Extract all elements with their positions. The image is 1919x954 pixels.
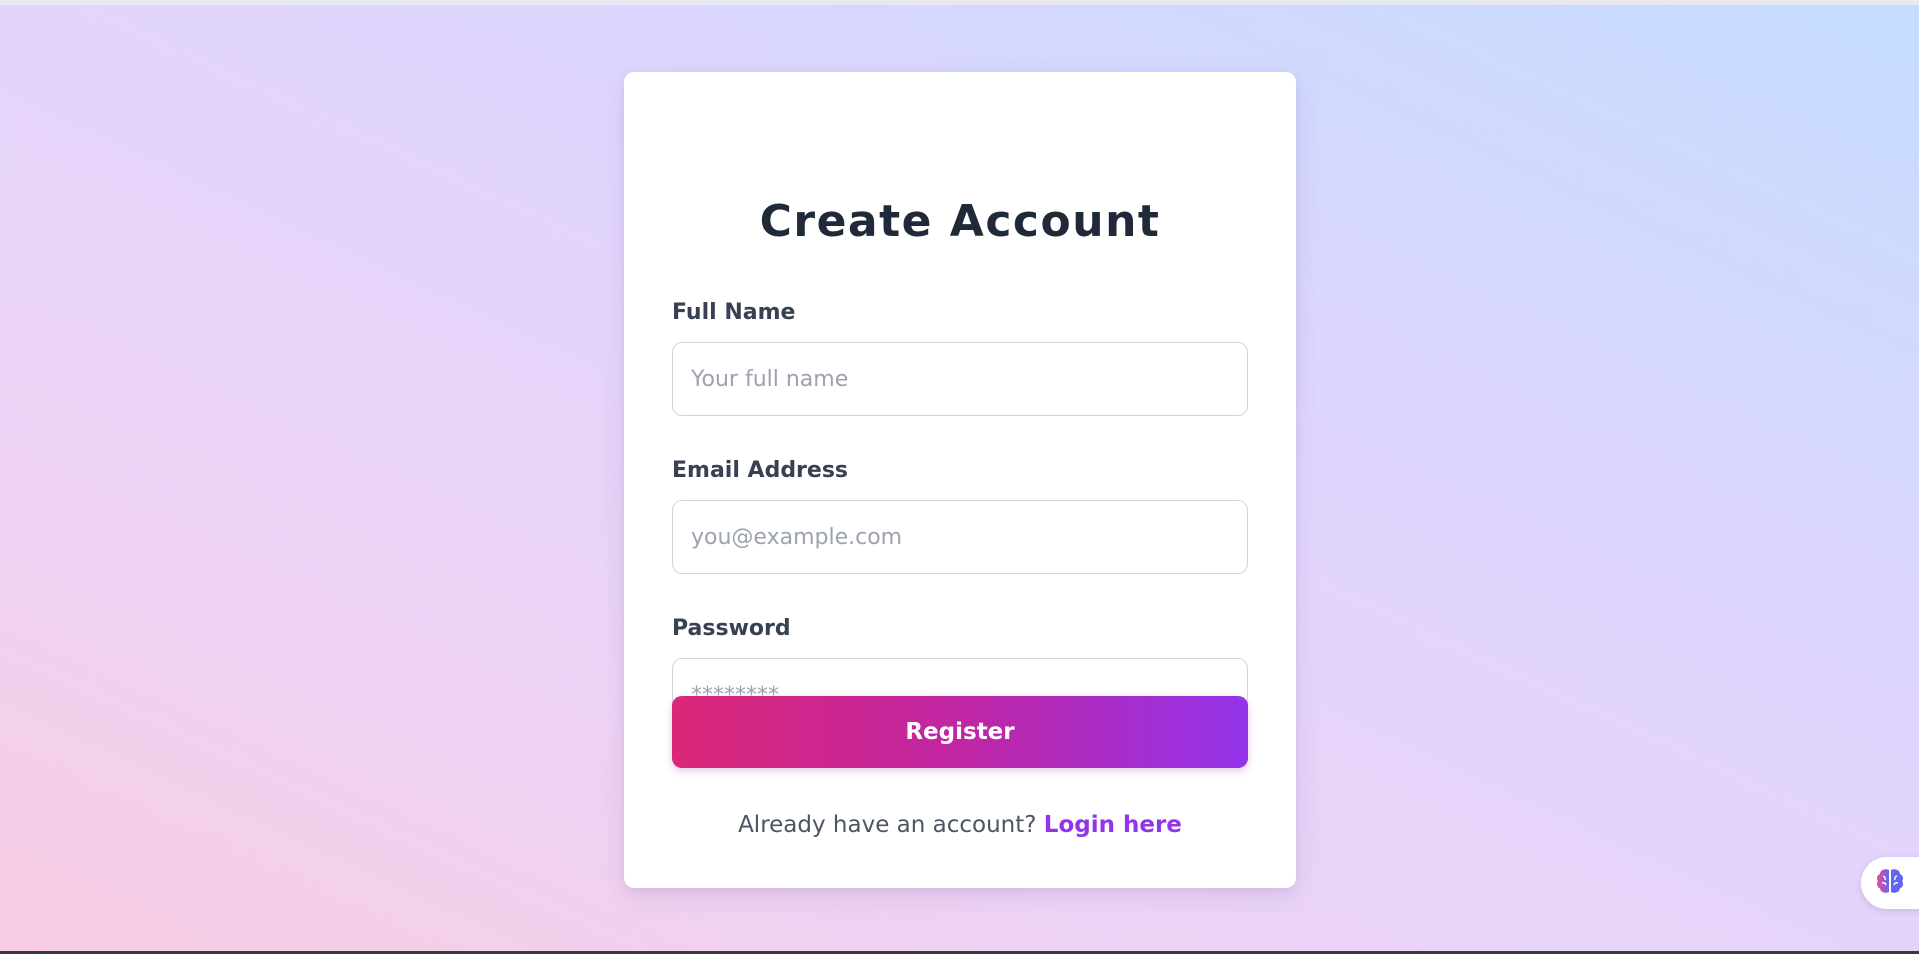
register-button[interactable]: Register (672, 696, 1248, 768)
login-prompt-text: Already have an account? (738, 812, 1037, 838)
page-title: Create Account (759, 196, 1161, 247)
email-input[interactable] (672, 500, 1248, 574)
password-label: Password (672, 616, 791, 641)
brain-icon (1875, 867, 1905, 900)
full-name-input[interactable] (672, 342, 1248, 416)
full-name-label: Full Name (672, 300, 796, 325)
email-label: Email Address (672, 458, 849, 483)
register-card: Create Account Full Name Email Address P… (624, 72, 1296, 888)
login-prompt: Already have an account? Login here (624, 808, 1296, 842)
browser-top-strip (0, 0, 1919, 5)
login-link[interactable]: Login here (1044, 812, 1182, 838)
assistant-widget-button[interactable] (1861, 857, 1919, 909)
